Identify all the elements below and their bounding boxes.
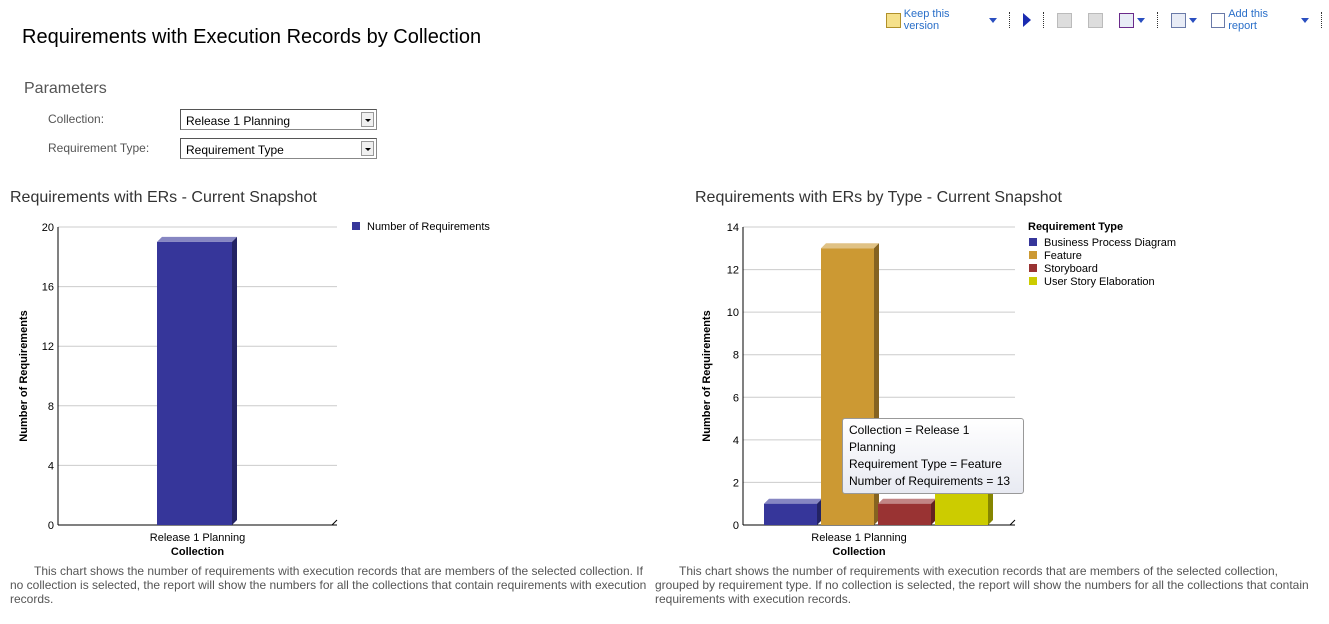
chevron-down-icon xyxy=(1188,17,1197,23)
legend-swatch xyxy=(352,222,360,230)
export-icon xyxy=(1118,12,1134,28)
left-chart-description: This chart shows the number of requireme… xyxy=(10,564,647,606)
web-button[interactable] xyxy=(1170,12,1197,28)
y-tick-label: 4 xyxy=(733,435,739,447)
y-tick-label: 0 xyxy=(733,520,739,532)
y-tick-label: 12 xyxy=(727,265,739,277)
legend-swatch xyxy=(1029,251,1037,259)
requirement-type-label: Requirement Type: xyxy=(48,141,150,155)
run-icon[interactable] xyxy=(1023,13,1032,27)
add-report-button[interactable]: Add this report xyxy=(1210,8,1310,32)
legend-entry: Storyboard xyxy=(1044,263,1098,275)
y-tick-label: 16 xyxy=(42,282,54,294)
chart-tooltip: Collection = Release 1 Planning Requirem… xyxy=(842,418,1024,494)
keep-version-button[interactable]: Keep this version xyxy=(886,8,998,32)
x-axis-label: Collection xyxy=(171,546,224,558)
add-report-label: Add this report xyxy=(1228,8,1268,32)
bar-top xyxy=(157,236,237,242)
export-button[interactable] xyxy=(1118,12,1145,28)
parameters-heading: Parameters xyxy=(24,80,107,97)
collection-value: Release 1 Planning xyxy=(186,114,291,128)
y-tick-label: 14 xyxy=(727,222,739,234)
add-report-icon xyxy=(1210,12,1226,28)
y-tick-label: 6 xyxy=(733,392,739,404)
y-tick-label: 12 xyxy=(42,341,54,353)
legend-entry: Business Process Diagram xyxy=(1044,237,1176,249)
y-tick-label: 8 xyxy=(733,350,739,362)
divider xyxy=(1009,12,1011,28)
chevron-down-icon xyxy=(1136,17,1145,23)
page-title: Requirements with Execution Records by C… xyxy=(22,26,482,48)
bar-top xyxy=(878,498,936,504)
requirement-type-value: Requirement Type xyxy=(186,143,284,157)
dropdown-arrow-icon[interactable] xyxy=(361,141,374,156)
chevron-down-icon xyxy=(1301,17,1310,23)
keep-version-label: Keep this version xyxy=(903,8,950,32)
divider xyxy=(1043,12,1045,28)
bar-number-of-requirements xyxy=(157,241,232,525)
left-chart-title: Requirements with ERs - Current Snapshot xyxy=(10,189,317,206)
right-chart-title: Requirements with ERs by Type - Current … xyxy=(695,189,1062,206)
bar-side xyxy=(232,236,237,525)
right-chart[interactable]: 0 2 4 6 8 10 12 14 Release 1 Planning Collection N… xyxy=(655,215,1329,560)
tooltip-line: Number of Requirements = 13 xyxy=(849,474,1011,488)
x-axis-label: Collection xyxy=(832,546,885,558)
y-tick-label: 2 xyxy=(733,477,739,489)
y-tick-label: 0 xyxy=(48,520,54,532)
axis-corner xyxy=(331,519,338,526)
y-tick-label: 10 xyxy=(727,307,739,319)
globe-icon xyxy=(1170,12,1186,28)
legend-entry: Number of Requirements xyxy=(367,221,490,233)
bar-storyboard xyxy=(878,503,931,525)
y-tick-label: 8 xyxy=(48,401,54,413)
tooltip-line: Collection = Release 1 Planning xyxy=(849,423,970,454)
legend-entry: Feature xyxy=(1044,250,1082,262)
chevron-down-icon xyxy=(989,17,998,23)
y-axis-label: Number of Requirements xyxy=(18,310,30,441)
tooltip-line: Requirement Type = Feature xyxy=(849,457,1002,471)
collapse-icon[interactable] xyxy=(1087,12,1103,28)
axis-corner xyxy=(1009,519,1016,526)
dropdown-arrow-icon[interactable] xyxy=(361,112,374,127)
x-tick-label: Release 1 Planning xyxy=(811,532,906,544)
y-tick-label: 20 xyxy=(42,222,54,234)
divider xyxy=(1321,12,1323,28)
right-chart-description: This chart shows the number of requireme… xyxy=(655,564,1309,606)
divider xyxy=(1156,12,1159,28)
legend-swatch xyxy=(1029,277,1037,285)
legend-swatch xyxy=(1029,238,1037,246)
collection-label: Collection: xyxy=(48,112,105,126)
bar-top xyxy=(821,243,879,249)
bar-top xyxy=(764,498,822,504)
folder-icon xyxy=(886,12,901,28)
requirement-type-select[interactable]: Requirement Type xyxy=(180,138,377,159)
collection-select[interactable]: Release 1 Planning xyxy=(180,109,377,130)
legend-entry: User Story Elaboration xyxy=(1044,276,1155,288)
left-chart: 0 4 8 12 16 20 Release 1 Planning Collection Num… xyxy=(18,221,490,558)
toolbar: Keep this version Add this report xyxy=(886,8,1329,32)
y-tick-label: 4 xyxy=(48,460,54,472)
x-tick-label: Release 1 Planning xyxy=(150,532,245,544)
y-axis-label: Number of Requirements xyxy=(701,310,713,441)
legend-swatch xyxy=(1029,264,1037,272)
legend-title: Requirement Type xyxy=(1028,221,1123,233)
expand-icon[interactable] xyxy=(1057,12,1072,28)
bar-business-process-diagram xyxy=(764,503,817,525)
